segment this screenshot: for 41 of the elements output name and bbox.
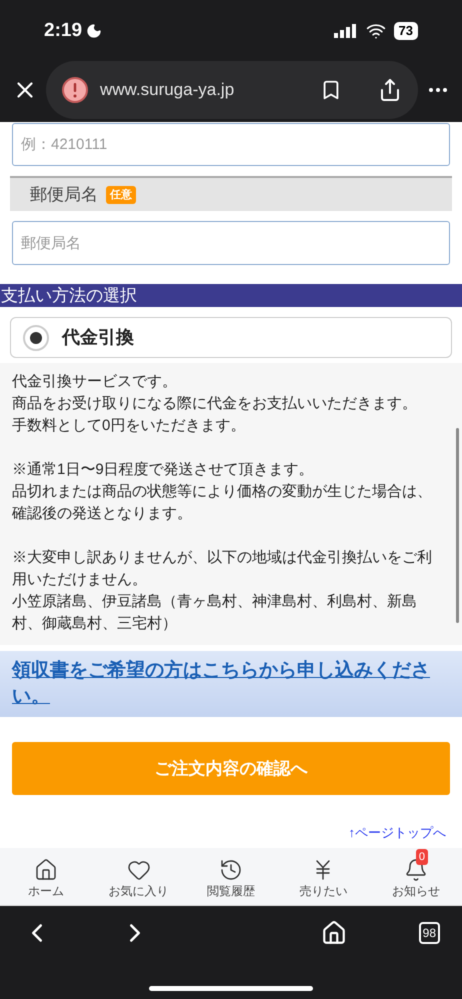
description-text: 品切れまたは商品の状態等により価格の変動が生じた場合は、確認後の発送となります。: [12, 482, 433, 524]
optional-badge: 任意: [106, 186, 136, 204]
warning-icon: [62, 77, 88, 103]
option-label: 代金引換: [62, 326, 134, 349]
signal-icon: [334, 24, 358, 38]
notification-badge: 0: [416, 849, 428, 865]
status-time: 2:19: [44, 18, 82, 43]
tab-item[interactable]: 0 お知らせ: [370, 848, 462, 905]
tab-label: 閲覧履歴: [207, 883, 256, 900]
description-text: 商品をお受け取りになる際に代金をお支払いいただきます。: [12, 394, 418, 414]
post-office-field[interactable]: 郵便局名: [12, 221, 450, 265]
home-icon: [34, 858, 58, 882]
description-text: 小笠原諸島、伊豆諸島（青ヶ島村、神津島村、利島村、新島村、御蔵島村、三宅村）: [12, 592, 418, 634]
tab-label: ホーム: [28, 883, 64, 900]
tab-item[interactable]: 売りたい: [277, 848, 370, 905]
tab-label: お知らせ: [392, 883, 440, 900]
section-header: 支払い方法の選択: [0, 284, 462, 307]
favorite-icon: [126, 858, 151, 882]
field-label: 郵便局名: [30, 184, 98, 206]
tab-item[interactable]: お気に入り: [92, 848, 185, 905]
home-icon[interactable]: [320, 920, 347, 946]
radio-button[interactable]: [23, 324, 49, 350]
tab-label: お気に入り: [108, 883, 169, 900]
share-icon[interactable]: [378, 78, 402, 102]
payment-option[interactable]: 代金引換: [10, 317, 452, 358]
tab-item[interactable]: 閲覧履歴: [184, 848, 278, 905]
page-top-link[interactable]: ↑ページトップへ: [348, 825, 446, 840]
address-bar[interactable]: www.suruga-ya.jp: [46, 61, 418, 119]
description-text: 手数料として0円をいただきます。: [12, 416, 246, 436]
description-text: ※通常1日〜9日程度で発送させて頂きます。: [12, 460, 315, 480]
tab-item[interactable]: ホーム: [0, 848, 92, 905]
battery-indicator: 73: [394, 22, 418, 40]
postal-code-field[interactable]: 例：4210111: [12, 123, 450, 166]
tab-label: 売りたい: [299, 883, 348, 900]
moon-icon: [86, 23, 102, 39]
url-text: www.suruga-ya.jp: [100, 79, 236, 102]
tabs-count-button[interactable]: 98: [418, 922, 440, 944]
description-text: ※大変申し訳ありませんが、以下の地域は代金引換払いをご利用いただけません。: [12, 548, 433, 590]
description-text: 代金引換サービスです。: [12, 372, 178, 392]
history-icon: [219, 858, 244, 882]
receipt-link[interactable]: 領収書をご希望の方はこちらから申し込みください。: [12, 658, 450, 710]
